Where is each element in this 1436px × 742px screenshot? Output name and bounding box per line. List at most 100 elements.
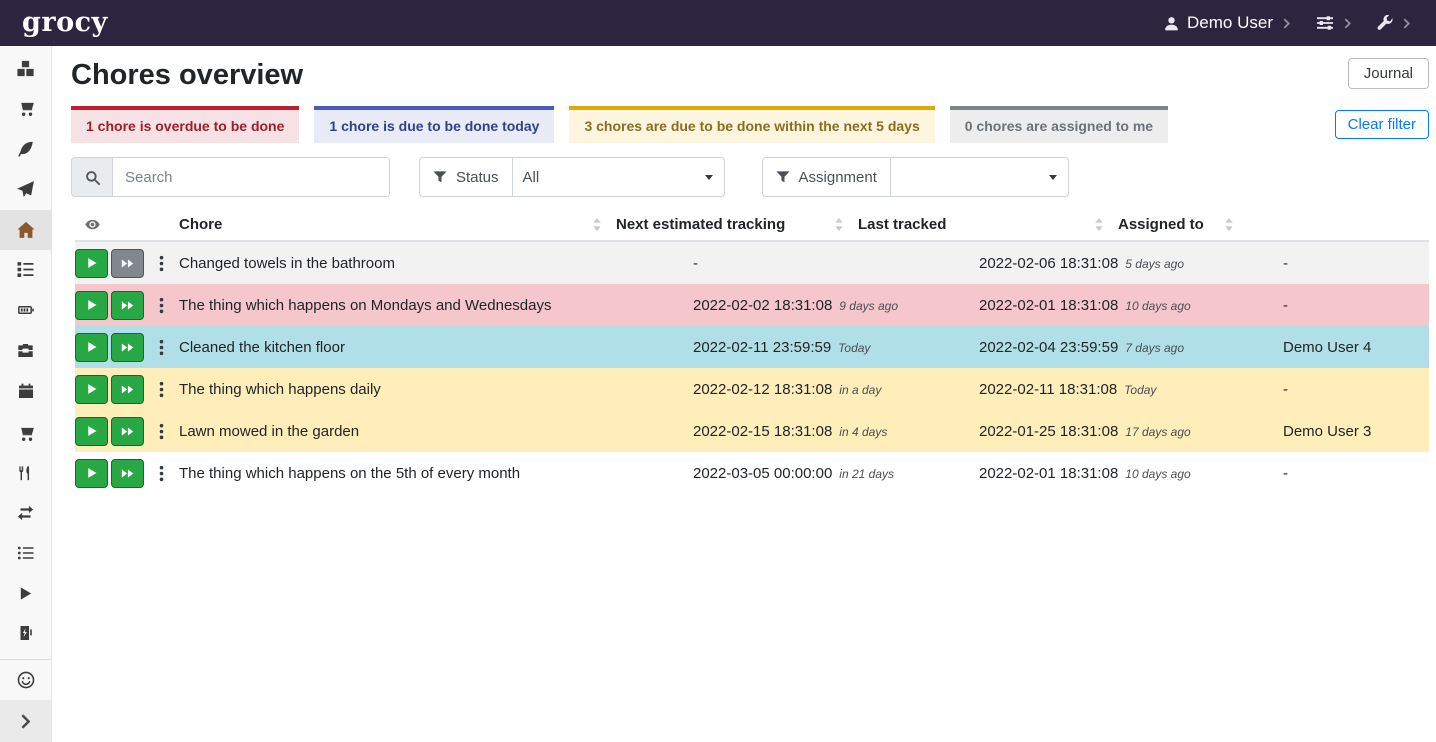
- column-header-chore[interactable]: Chore: [179, 216, 616, 233]
- row-menu-button[interactable]: [154, 253, 169, 274]
- track-chore-button[interactable]: [75, 417, 108, 446]
- fast-forward-icon: [121, 257, 134, 270]
- sidebar-item-chore-tracking[interactable]: [0, 573, 51, 613]
- sidebar-item-inventory[interactable]: [0, 533, 51, 573]
- sidebar-item-tasks[interactable]: [0, 250, 51, 290]
- last-tracked-relative: 17 days ago: [1125, 425, 1190, 439]
- table-header: Chore Next estimated tracking Last track…: [75, 209, 1429, 242]
- sidebar-item-meal-plan[interactable]: [0, 170, 51, 210]
- chevron-right-icon: [1344, 18, 1351, 29]
- skip-chore-button[interactable]: [111, 417, 144, 446]
- table-row: Lawn mowed in the garden 2022-02-15 18:3…: [75, 410, 1429, 452]
- track-chore-button[interactable]: [75, 291, 108, 320]
- table-row: Cleaned the kitchen floor 2022-02-11 23:…: [75, 326, 1429, 368]
- status-filter-select[interactable]: All: [513, 157, 725, 197]
- battery-icon: [17, 302, 35, 318]
- sidebar-item-stock-overview[interactable]: [0, 48, 51, 88]
- settings-menu[interactable]: [1377, 15, 1410, 31]
- skip-chore-button[interactable]: [111, 291, 144, 320]
- skip-chore-button[interactable]: [111, 333, 144, 362]
- journal-button[interactable]: Journal: [1348, 58, 1429, 89]
- overdue-summary-card[interactable]: 1 chore is overdue to be done: [71, 106, 299, 143]
- ellipsis-vertical-icon: [159, 297, 164, 314]
- grocy-logo[interactable]: grocy: [22, 0, 108, 46]
- sidebar-item-equipment[interactable]: [0, 330, 51, 370]
- sidebar-item-transfer[interactable]: [0, 493, 51, 533]
- next-tracking-date: 2022-02-02 18:31:08: [693, 297, 832, 314]
- fast-forward-icon: [121, 299, 134, 312]
- assignment-filter-label-text: Assignment: [799, 169, 877, 186]
- sidebar-item-purchase[interactable]: [0, 413, 51, 453]
- calendar-icon: [18, 383, 34, 399]
- sidebar-item-calendar[interactable]: [0, 371, 51, 411]
- main-content: Chores overview Journal 1 chore is overd…: [52, 46, 1436, 742]
- row-menu-button[interactable]: [154, 295, 169, 316]
- track-chore-button[interactable]: [75, 459, 108, 488]
- user-menu[interactable]: Demo User: [1164, 13, 1290, 33]
- user-icon: [1164, 16, 1179, 31]
- search-group: [71, 157, 390, 197]
- status-filter-label-text: Status: [456, 169, 499, 186]
- last-tracked-relative: 5 days ago: [1125, 257, 1184, 271]
- assignment-filter-label: Assignment: [762, 157, 891, 197]
- toggle-columns-button[interactable]: [75, 217, 179, 232]
- sidebar: [0, 46, 52, 742]
- search-addon: [72, 158, 113, 196]
- play-icon: [86, 341, 98, 353]
- chore-name: The thing which happens on Mondays and W…: [179, 297, 693, 314]
- track-chore-button[interactable]: [75, 375, 108, 404]
- list-icon: [17, 545, 34, 561]
- search-input[interactable]: [113, 158, 389, 196]
- chore-name: The thing which happens on the 5th of ev…: [179, 465, 693, 482]
- row-menu-button[interactable]: [154, 379, 169, 400]
- skip-chore-button[interactable]: [111, 375, 144, 404]
- manage-master-data-menu[interactable]: [1316, 15, 1351, 31]
- assignment-filter-select[interactable]: [891, 157, 1069, 197]
- sidebar-item-chores-overview[interactable]: [0, 210, 51, 250]
- sidebar-item-batteries-overview[interactable]: [0, 290, 51, 330]
- chore-name: Cleaned the kitchen floor: [179, 339, 693, 356]
- track-chore-button[interactable]: [75, 333, 108, 362]
- due-soon-summary-card[interactable]: 3 chores are due to be done within the n…: [569, 106, 934, 143]
- page-title: Chores overview: [71, 59, 303, 92]
- sidebar-item-user-menu[interactable]: [0, 660, 51, 700]
- skip-chore-button[interactable]: [111, 459, 144, 488]
- chore-name: The thing which happens daily: [179, 381, 693, 398]
- table-row: The thing which happens on Mondays and W…: [75, 284, 1429, 326]
- chore-name: Changed towels in the bathroom: [179, 255, 693, 272]
- next-tracking-date: 2022-03-05 00:00:00: [693, 465, 832, 482]
- last-tracked-date: 2022-02-04 23:59:59: [979, 339, 1118, 356]
- assigned-to: -: [1283, 297, 1429, 314]
- sort-icon: [834, 218, 844, 231]
- column-header-last-tracked[interactable]: Last tracked: [858, 216, 1118, 233]
- sort-icon: [1224, 218, 1234, 231]
- row-menu-button[interactable]: [154, 421, 169, 442]
- last-tracked-date: 2022-02-06 18:31:08: [979, 255, 1118, 272]
- sidebar-expand-button[interactable]: [0, 700, 51, 742]
- sidebar-item-recipes[interactable]: [0, 130, 51, 170]
- row-menu-button[interactable]: [154, 337, 169, 358]
- next-tracking-date: -: [693, 255, 698, 272]
- tasks-icon: [17, 261, 34, 278]
- sidebar-item-battery-tracking[interactable]: [0, 613, 51, 653]
- play-icon: [18, 586, 33, 601]
- next-tracking-relative: in 4 days: [839, 425, 887, 439]
- sidebar-item-consume[interactable]: [0, 453, 51, 493]
- skip-chore-button[interactable]: [111, 249, 144, 278]
- track-chore-button[interactable]: [75, 249, 108, 278]
- column-header-next-estimated-tracking[interactable]: Next estimated tracking: [616, 216, 858, 233]
- row-menu-button[interactable]: [154, 463, 169, 484]
- play-icon: [86, 383, 98, 395]
- smiley-icon: [17, 671, 35, 689]
- column-header-assigned-to[interactable]: Assigned to: [1118, 216, 1248, 233]
- due-today-summary-card[interactable]: 1 chore is due to be done today: [314, 106, 554, 143]
- shopping-cart-icon: [17, 425, 35, 442]
- charging-station-icon: [18, 625, 34, 641]
- sidebar-item-shopping-list[interactable]: [0, 88, 51, 128]
- chevron-right-icon: [1403, 18, 1410, 29]
- assigned-to: Demo User 4: [1283, 339, 1429, 356]
- last-tracked-date: 2022-01-25 18:31:08: [979, 423, 1118, 440]
- funnel-icon: [776, 170, 790, 184]
- clear-filter-button[interactable]: Clear filter: [1335, 110, 1429, 139]
- assigned-to-me-summary-card[interactable]: 0 chores are assigned to me: [950, 106, 1168, 143]
